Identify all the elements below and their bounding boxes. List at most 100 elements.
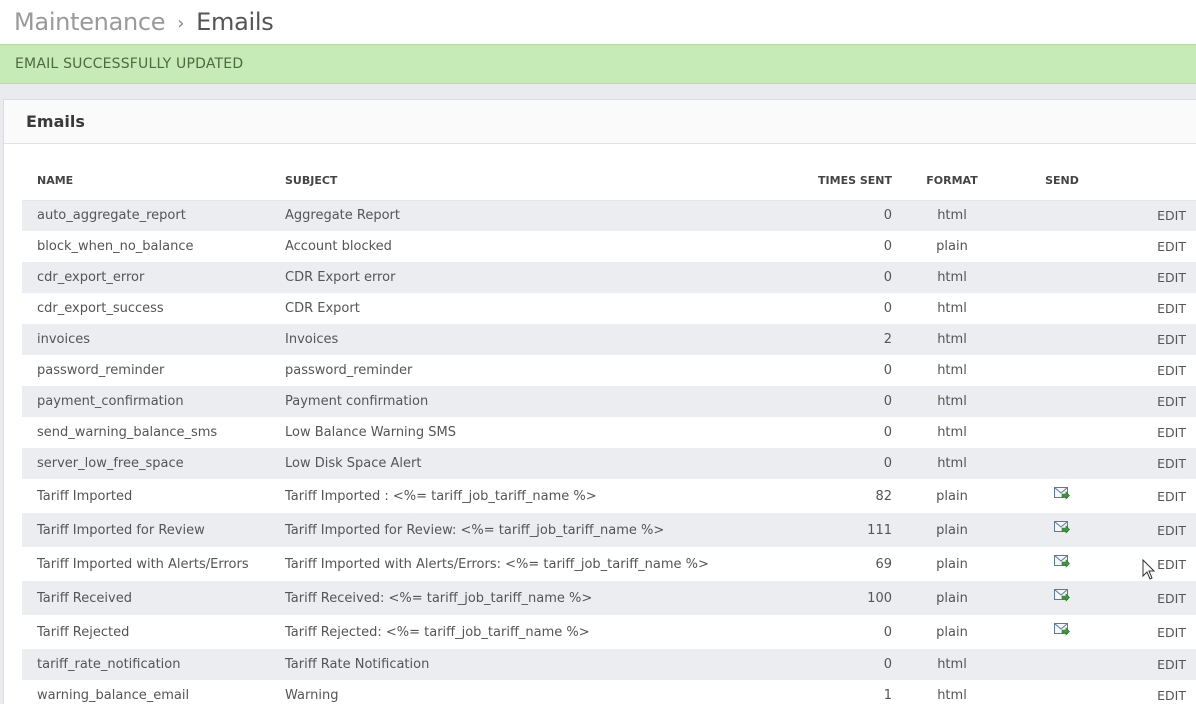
send-email-icon[interactable] — [1054, 520, 1070, 534]
table-row: Tariff Rejected Tariff Rejected: <%= tari… — [22, 615, 1196, 649]
email-subject: Tariff Rejected: <%= tariff_job_tariff_n… — [285, 624, 590, 640]
edit-link[interactable]: EDIT — [1112, 293, 1196, 324]
edit-link[interactable]: EDIT — [1112, 448, 1196, 479]
table-row: block_when_no_balance Account blocked 0 pla… — [22, 231, 1196, 262]
send-cell — [1012, 262, 1112, 293]
email-subject: CDR Export — [285, 301, 360, 316]
send-cell — [1012, 448, 1112, 479]
send-cell — [1012, 231, 1112, 262]
email-subject: Tariff Rate Notification — [285, 657, 430, 672]
send-email-icon[interactable] — [1054, 486, 1070, 500]
email-times-sent: 69 — [875, 556, 892, 572]
email-format: plain — [936, 556, 968, 572]
email-format: plain — [936, 624, 968, 640]
email-format: plain — [936, 239, 968, 254]
email-subject: Tariff Received: <%= tariff_job_tariff_n… — [285, 590, 593, 606]
edit-link[interactable]: EDIT — [1112, 680, 1196, 704]
email-subject: Low Disk Space Alert — [285, 456, 422, 471]
page-title: Emails — [196, 8, 274, 36]
email-subject: Tariff Imported : <%= tariff_job_tariff_… — [285, 488, 597, 504]
email-times-sent: 2 — [883, 332, 892, 347]
email-subject: Invoices — [285, 332, 339, 347]
emails-table: NAME SUBJECT TIMES SENT FORMAT SEND auto… — [22, 162, 1196, 704]
email-times-sent: 100 — [867, 590, 892, 606]
send-cell — [1012, 547, 1112, 581]
send-cell — [1012, 386, 1112, 417]
table-row: auto_aggregate_report Aggregate Report 0 ht… — [22, 200, 1196, 231]
email-name: password_reminder — [37, 363, 165, 378]
column-header-format[interactable]: FORMAT — [892, 162, 1012, 201]
email-times-sent: 0 — [883, 208, 892, 224]
edit-link[interactable]: EDIT — [1112, 355, 1196, 386]
email-name: server_low_free_space — [37, 456, 184, 471]
email-name: block_when_no_balance — [37, 239, 194, 254]
table-row: invoices Invoices 2 html EDIT — [22, 324, 1196, 355]
email-name: Tariff Rejected — [37, 624, 130, 640]
email-times-sent: 0 — [883, 301, 892, 316]
send-cell — [1012, 513, 1112, 547]
email-format: html — [937, 425, 967, 440]
edit-link[interactable]: EDIT — [1112, 386, 1196, 417]
email-name: Tariff Imported with Alerts/Errors — [37, 556, 249, 572]
email-format: html — [937, 208, 967, 224]
send-email-icon[interactable] — [1054, 622, 1070, 636]
send-cell — [1012, 324, 1112, 355]
send-email-icon[interactable] — [1054, 588, 1070, 602]
email-name: invoices — [37, 332, 91, 347]
email-times-sent: 82 — [875, 488, 892, 504]
email-times-sent: 0 — [883, 425, 892, 440]
table-row: cdr_export_success CDR Export 0 html EDIT — [22, 293, 1196, 324]
column-header-name[interactable]: NAME — [22, 162, 285, 201]
send-cell — [1012, 649, 1112, 680]
email-name: tariff_rate_notification — [37, 657, 181, 672]
table-row: warning_balance_email Warning 1 html EDIT — [22, 680, 1196, 704]
table-row: payment_confirmation Payment confirmation… — [22, 386, 1196, 417]
email-times-sent: 1 — [883, 688, 892, 703]
email-format: plain — [936, 488, 968, 504]
edit-link[interactable]: EDIT — [1112, 479, 1196, 513]
success-flash-message: EMAIL SUCCESSFULLY UPDATED — [0, 44, 1196, 84]
email-name: Tariff Received — [37, 590, 132, 606]
send-email-icon[interactable] — [1054, 554, 1070, 568]
edit-link[interactable]: EDIT — [1112, 581, 1196, 615]
email-format: html — [937, 688, 967, 703]
breadcrumb-separator: › — [177, 12, 185, 34]
email-format: html — [937, 301, 967, 316]
table-header-row: NAME SUBJECT TIMES SENT FORMAT SEND — [22, 162, 1196, 201]
send-cell — [1012, 581, 1112, 615]
flash-message-text: EMAIL SUCCESSFULLY UPDATED — [15, 56, 244, 72]
email-subject: CDR Export error — [285, 270, 396, 285]
panel-title: Emails — [26, 112, 85, 131]
edit-link[interactable]: EDIT — [1112, 417, 1196, 448]
edit-link[interactable]: EDIT — [1112, 547, 1196, 581]
send-cell — [1012, 293, 1112, 324]
column-header-send: SEND — [1012, 162, 1112, 201]
edit-link[interactable]: EDIT — [1112, 231, 1196, 262]
send-cell — [1012, 680, 1112, 704]
column-header-subject[interactable]: SUBJECT — [285, 162, 755, 201]
email-format: plain — [936, 522, 968, 538]
email-format: html — [937, 332, 967, 347]
edit-link[interactable]: EDIT — [1112, 649, 1196, 680]
edit-link[interactable]: EDIT — [1112, 513, 1196, 547]
email-name: auto_aggregate_report — [37, 208, 186, 224]
table-row: server_low_free_space Low Disk Space Aler… — [22, 448, 1196, 479]
email-times-sent: 0 — [883, 270, 892, 285]
panel-header: Emails — [4, 100, 1196, 144]
table-row: Tariff Imported Tariff Imported : <%= tar… — [22, 479, 1196, 513]
breadcrumb-maintenance-link[interactable]: Maintenance — [14, 8, 166, 36]
edit-link[interactable]: EDIT — [1112, 200, 1196, 231]
email-name: warning_balance_email — [37, 688, 190, 703]
edit-link[interactable]: EDIT — [1112, 324, 1196, 355]
edit-link[interactable]: EDIT — [1112, 615, 1196, 649]
email-subject: Payment confirmation — [285, 394, 429, 409]
email-subject: Aggregate Report — [285, 208, 400, 224]
email-name: cdr_export_success — [37, 301, 164, 316]
email-format: html — [937, 270, 967, 285]
email-times-sent: 111 — [867, 522, 892, 538]
send-cell — [1012, 417, 1112, 448]
column-header-times-sent[interactable]: TIMES SENT — [755, 162, 892, 201]
email-format: html — [937, 456, 967, 471]
edit-link[interactable]: EDIT — [1112, 262, 1196, 293]
email-subject: Tariff Imported with Alerts/Errors: <%= … — [285, 556, 709, 572]
